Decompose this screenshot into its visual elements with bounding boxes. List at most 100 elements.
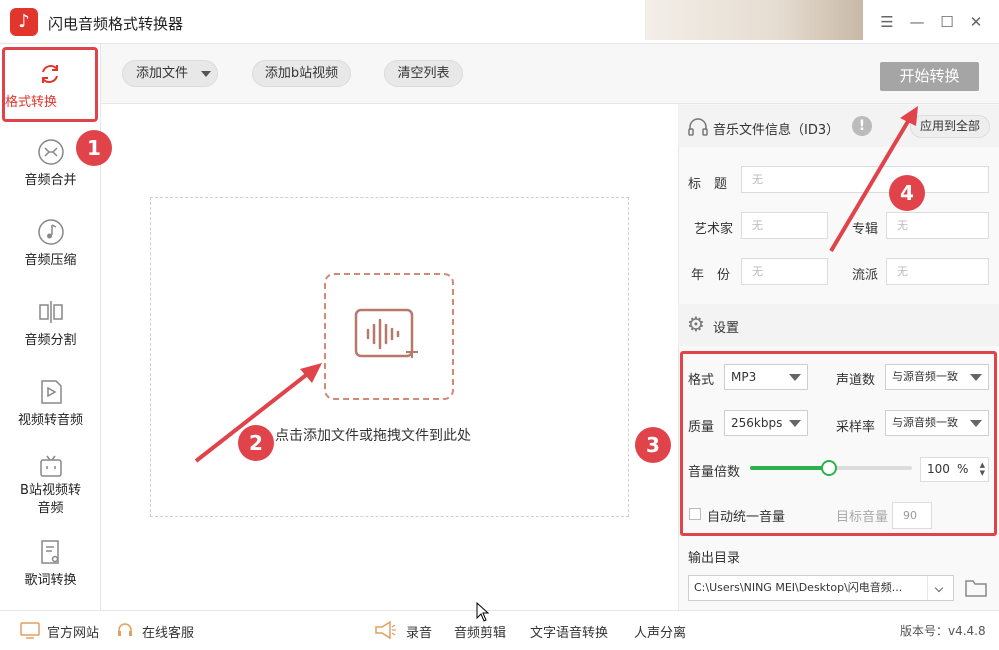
id3-section-header: 音乐文件信息（ID3） ! 应用到全部 [678,105,999,147]
chevron-down-icon [970,420,982,427]
settings-section-title: 设置 [713,321,740,336]
target-volume-field[interactable]: 90 [892,502,932,529]
output-dir-path: C:\Users\NING MEI\Desktop\闪电音频... [694,581,903,594]
auto-volume-checkbox[interactable] [689,508,701,520]
settings-section-header: ⚙ 设置 [678,304,999,346]
channels-label: 声道数 [836,373,876,388]
sidebar-item-label: 音频压缩 [24,253,77,268]
refresh-icon [42,65,58,83]
annotation-badge-3: 3 [635,427,671,463]
album-label: 专辑 [852,222,879,237]
target-volume-label: 目标音量 [836,510,889,525]
volume-slider-fill [750,466,830,470]
text-to-speech-link[interactable]: 文字语音转换 [530,622,608,641]
year-label: 年 份 [691,268,731,283]
output-dir-label: 输出目录 [688,551,741,566]
title-label: 标 题 [688,177,728,192]
volume-slider-track[interactable] [750,460,912,476]
quality-value: 256kbps [731,416,783,430]
add-file-button[interactable]: 添加文件 [122,60,218,87]
drop-hint-text: 点击添加文件或拖拽文件到此处 [275,428,471,444]
online-support-link[interactable]: 在线客服 [142,622,194,641]
app-logo: ♪ [10,8,38,36]
sidebar-item-label: 格式转换 [5,95,58,110]
annotation-badge-2: 2 [238,425,274,461]
chevron-down-icon [970,374,982,381]
mouse-cursor-icon [476,602,490,622]
format-value: MP3 [731,370,757,384]
maximize-button[interactable]: ☐ [935,10,959,34]
title-field[interactable]: 无 [741,166,989,193]
quality-label: 质量 [688,420,715,435]
minimize-button[interactable]: — [905,10,929,34]
year-field[interactable]: 无 [741,258,828,285]
format-label: 格式 [688,373,715,388]
record-link[interactable]: 录音 [406,622,432,641]
id3-section-title: 音乐文件信息（ID3） [713,123,840,138]
chevron-down-icon [789,420,801,427]
merge-icon [37,139,64,165]
quality-select[interactable]: 256kbps [724,410,808,436]
close-button[interactable]: ✕ [964,10,988,34]
add-file-target[interactable] [324,273,454,400]
promo-banner[interactable] [645,0,863,40]
sidebar-item-audio-compress[interactable]: 音频压缩 [0,218,101,270]
sidebar-item-label-line2: 音频 [37,501,64,516]
toolbar [101,44,999,104]
info-icon[interactable]: ! [852,116,872,136]
vocal-separation-link[interactable]: 人声分离 [634,622,686,641]
sidebar-item-label: 音频分割 [24,333,77,348]
sidebar-item-label: 歌词转换 [24,573,77,588]
app-title: 闪电音频格式转换器 [48,15,184,33]
start-convert-button[interactable]: 开始转换 [880,62,979,91]
spin-arrows-icon[interactable]: ▲ ▼ [980,461,985,477]
samplerate-value: 与源音频一致 [892,416,958,429]
version-text: 版本号：v4.4.8 [900,624,986,638]
music-note-icon [37,219,64,245]
sidebar-item-lyrics-convert[interactable]: 歌词转换 [0,538,101,590]
folder-icon[interactable] [964,577,988,599]
artist-label: 艺术家 [694,222,734,237]
chevron-down-icon[interactable] [927,576,953,600]
volume-stepper[interactable]: 100 % ▲ ▼ [920,457,989,482]
sidebar-item-format-convert[interactable]: 格式转换 [2,47,98,122]
sidebar-item-audio-split[interactable]: 音频分割 [0,298,101,350]
annotation-badge-1: 1 [76,130,112,166]
samplerate-select[interactable]: 与源音频一致 [885,410,989,436]
menu-icon[interactable]: ☰ [875,10,899,34]
add-bilibili-video-button[interactable]: 添加b站视频 [252,60,351,87]
video-play-icon [40,380,62,404]
format-select[interactable]: MP3 [724,364,808,390]
lyrics-icon [40,540,59,564]
sidebar-item-bilibili-to-audio[interactable]: B站视频转 音频 [0,452,101,518]
channels-value: 与源音频一致 [892,370,958,383]
clear-list-button[interactable]: 清空列表 [384,60,463,87]
sidebar-item-label: 音频合并 [24,173,77,188]
volume-label: 音量倍数 [688,465,741,480]
genre-field[interactable]: 无 [886,258,989,285]
album-field[interactable]: 无 [886,212,989,239]
sidebar-item-video-to-audio[interactable]: 视频转音频 [0,378,101,430]
samplerate-label: 采样率 [836,420,876,435]
add-file-label: 添加文件 [136,66,189,81]
split-icon [38,301,63,323]
monitor-icon [20,622,40,639]
audio-file-add-icon [354,308,418,358]
volume-value: 100 [927,462,950,476]
chevron-down-icon[interactable] [201,71,211,77]
auto-volume-label: 自动统一音量 [707,510,786,525]
annotation-badge-4: 4 [889,175,925,211]
gear-icon: ⚙ [687,312,705,336]
chevron-down-icon [789,374,801,381]
official-website-link[interactable]: 官方网站 [47,622,99,641]
output-dir-select[interactable]: C:\Users\NING MEI\Desktop\闪电音频... [688,575,954,601]
artist-field[interactable]: 无 [741,212,828,239]
genre-label: 流派 [852,268,879,283]
title-bar: ♪ 闪电音频格式转换器 ☰ — ☐ ✕ [0,0,999,44]
apply-to-all-button[interactable]: 应用到全部 [910,115,990,138]
sidebar-item-label: 视频转音频 [17,413,83,428]
audio-edit-link[interactable]: 音频剪辑 [454,622,506,641]
sidebar-item-label: B站视频转 [20,483,81,498]
channels-select[interactable]: 与源音频一致 [885,364,989,390]
headset-icon [118,623,132,636]
